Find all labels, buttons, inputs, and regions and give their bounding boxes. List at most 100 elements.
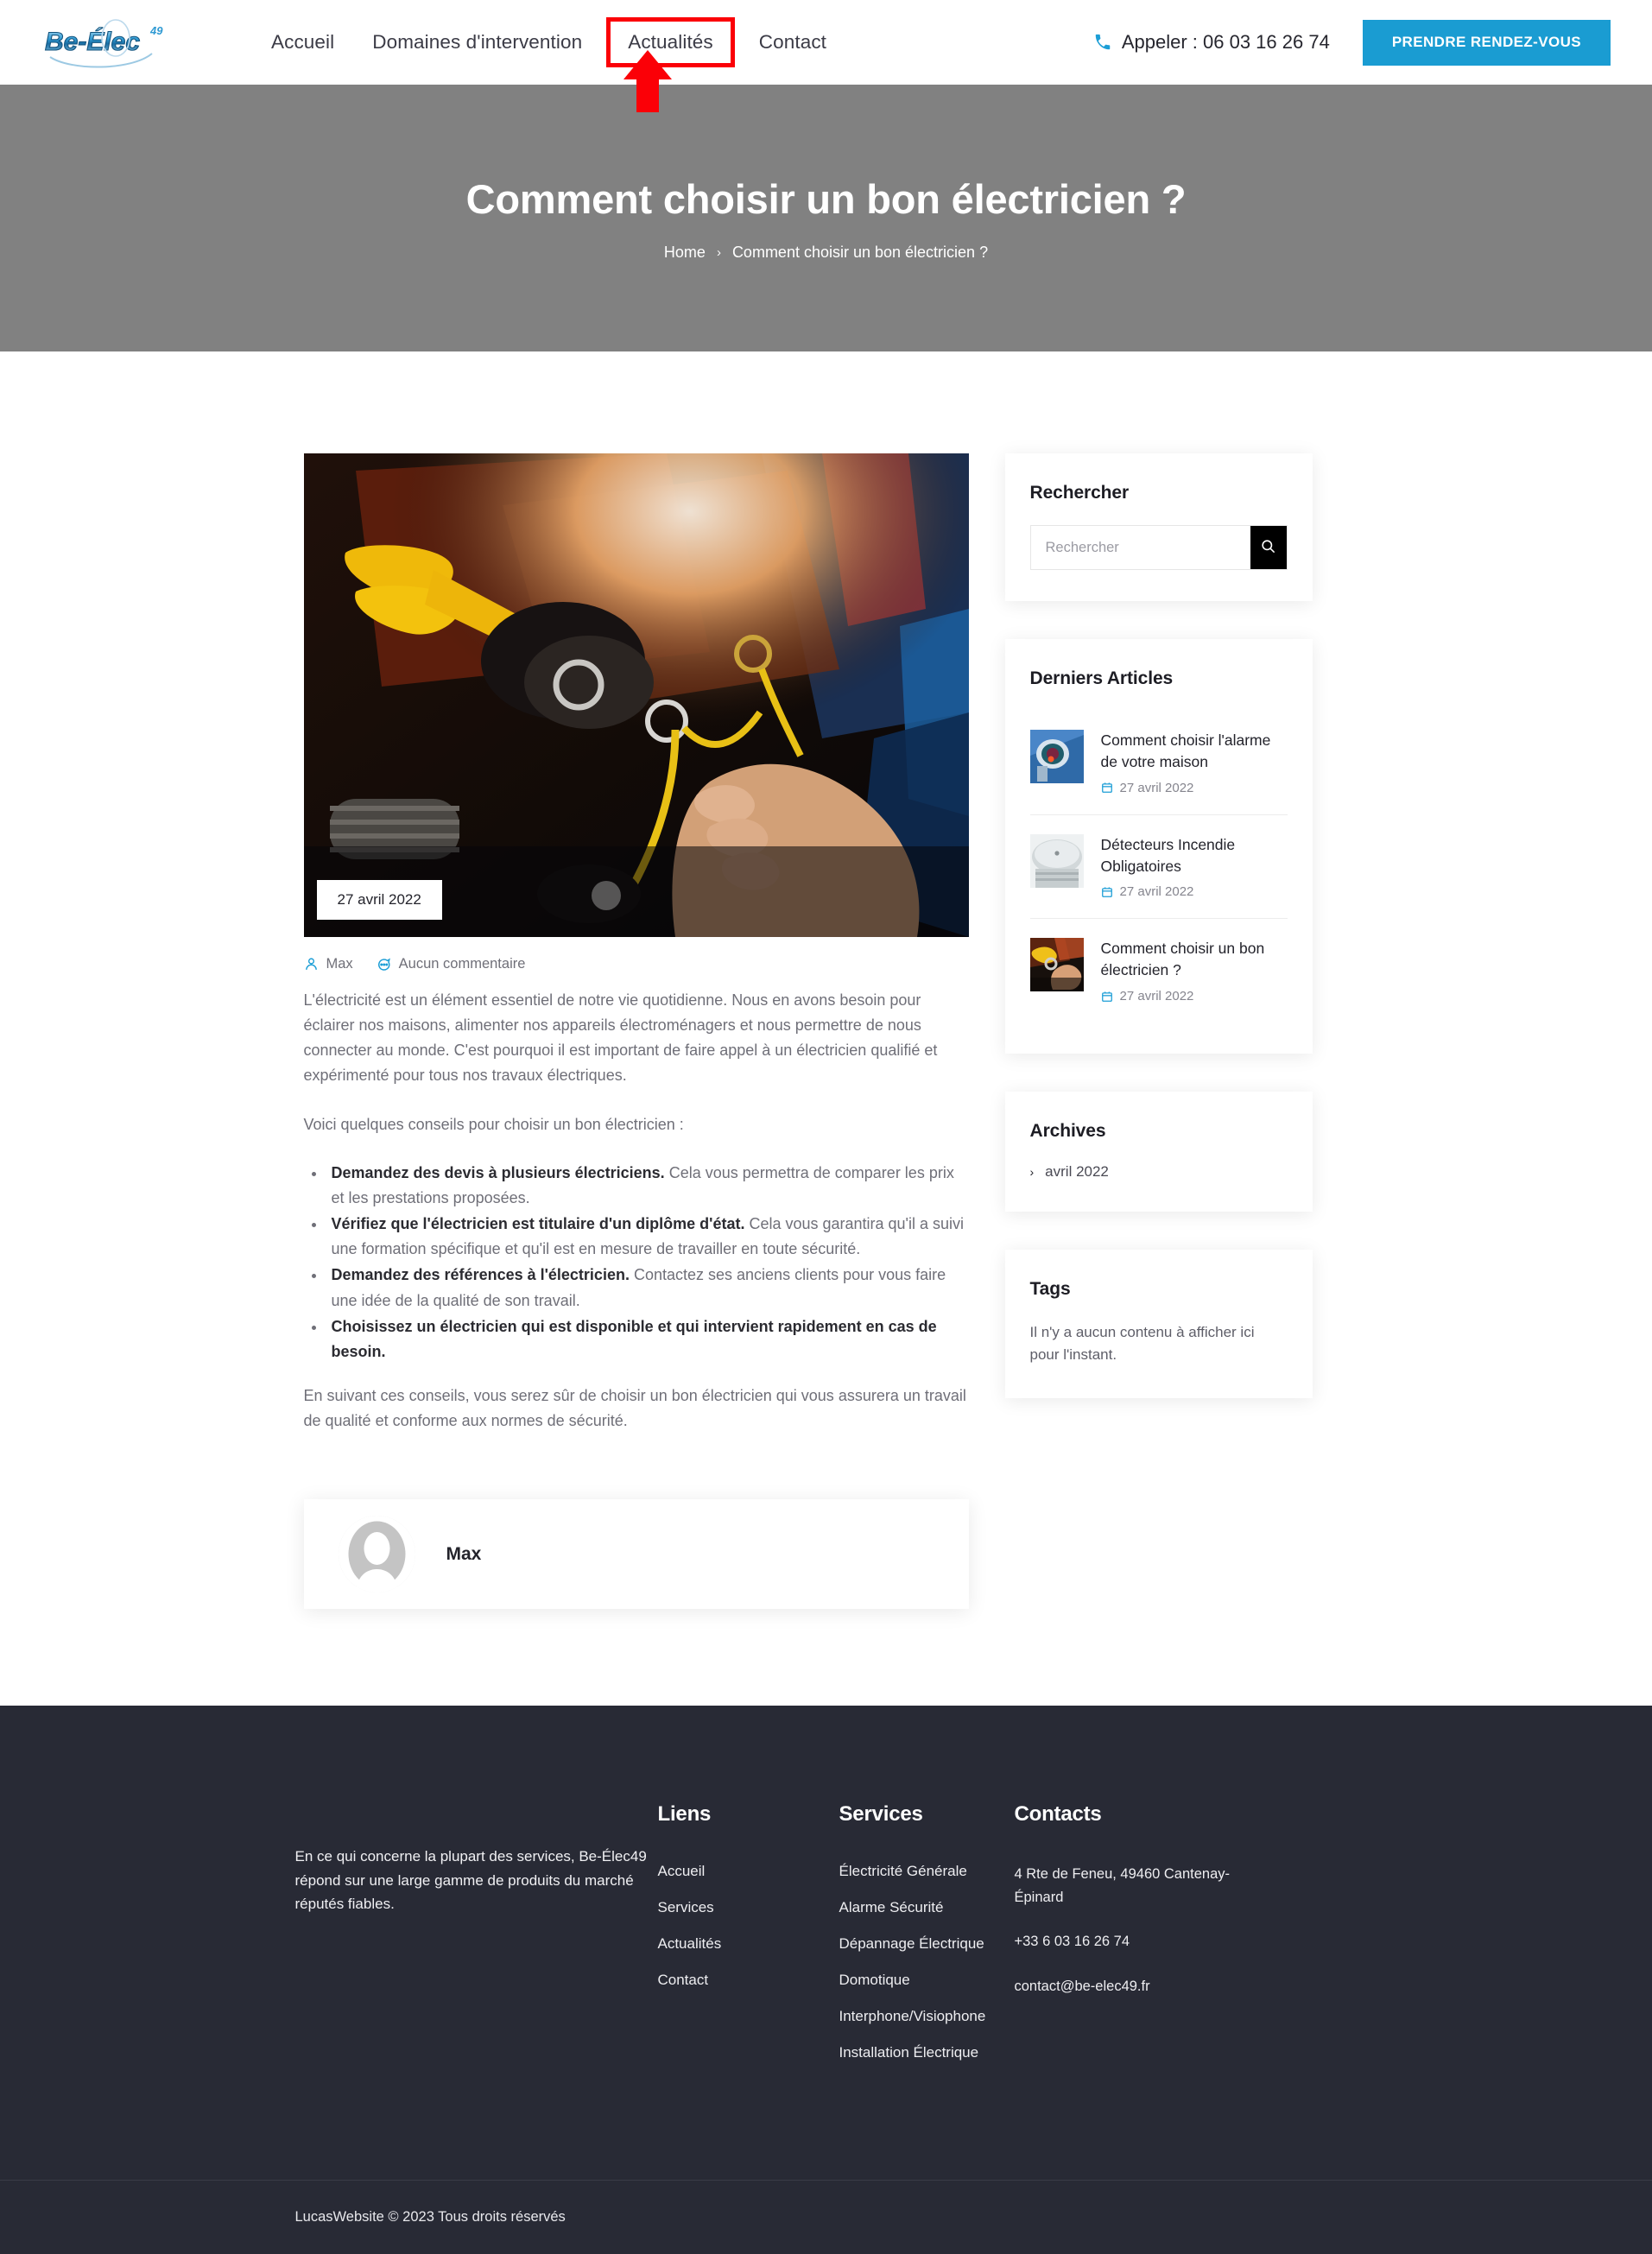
footer-service-installation-electrique[interactable]: Installation Électrique: [839, 2044, 1015, 2061]
nav-item-contact[interactable]: Contact: [740, 22, 845, 62]
content-container: 27 avril 2022 Max Aucun commentaire L'él…: [303, 453, 1349, 1610]
footer-column-links: Liens Accueil Services Actualités Contac…: [658, 1802, 839, 2080]
footer-link-contact[interactable]: Contact: [658, 1972, 839, 1989]
post-body: L'électricité est un élément essentiel d…: [304, 988, 969, 1434]
list-item: Choisissez un électricien qui est dispon…: [326, 1314, 969, 1364]
post-tips-list: Demandez des devis à plusieurs électrici…: [326, 1161, 969, 1364]
recent-title[interactable]: Comment choisir un bon électricien ?: [1101, 938, 1288, 981]
widget-recent-articles: Derniers Articles Comment choisir l'alar…: [1004, 639, 1313, 1054]
recent-title[interactable]: Comment choisir l'alarme de votre maison: [1101, 730, 1288, 773]
tip-lead: Choisissez un électricien qui est dispon…: [331, 1317, 937, 1360]
svg-text:49: 49: [149, 24, 163, 37]
widget-search: Rechercher: [1004, 453, 1313, 601]
avatar: [338, 1516, 415, 1593]
footer-column-contacts: Contacts 4 Rte de Feneu, 49460 Cantenay-…: [1015, 1802, 1274, 2080]
tip-lead: Vérifiez que l'électricien est titulaire…: [331, 1215, 745, 1233]
widget-archives-title: Archives: [1029, 1121, 1106, 1142]
recent-date: 27 avril 2022: [1101, 884, 1288, 899]
calendar-icon: [1101, 886, 1113, 898]
footer-about: En ce qui concerne la plupart des servic…: [295, 1802, 658, 2080]
header-phone-link[interactable]: Appeler : 06 03 16 26 74: [1093, 31, 1330, 54]
article-column: 27 avril 2022 Max Aucun commentaire L'él…: [303, 453, 969, 1610]
widget-tags-title: Tags: [1029, 1279, 1071, 1300]
breadcrumb-home[interactable]: Home: [664, 244, 706, 262]
prendre-rendez-vous-button[interactable]: PRENDRE RENDEZ-VOUS: [1362, 19, 1611, 66]
widget-tags: Tags Il n'y a aucun contenu à afficher i…: [1004, 1250, 1313, 1398]
recent-thumbnail-smoke-detector: [1029, 833, 1084, 888]
post-comments[interactable]: Aucun commentaire: [376, 956, 526, 972]
recent-thumbnail-security-camera: [1029, 730, 1084, 783]
footer-service-domotique[interactable]: Domotique: [839, 1972, 1015, 1989]
footer-service-alarme-securite[interactable]: Alarme Sécurité: [839, 1899, 1015, 1916]
recent-thumbnail-electrician-hand: [1029, 938, 1084, 992]
svg-text:Be-Élec: Be-Élec: [45, 27, 140, 56]
breadcrumb: Home › Comment choisir un bon électricie…: [664, 244, 988, 262]
post-paragraph-1: L'électricité est un élément essentiel d…: [303, 991, 938, 1085]
footer-service-electricite-generale[interactable]: Électricité Générale: [839, 1863, 1015, 1880]
author-box: Max: [303, 1499, 969, 1610]
page-title: Comment choisir un bon électricien ?: [465, 175, 1187, 222]
footer-bottom-inner: LucasWebsite © 2023 Tous droits réservés: [295, 2209, 1358, 2226]
tip-lead: Demandez des devis à plusieurs électrici…: [331, 1163, 665, 1181]
header-phone-label: Appeler : 06 03 16 26 74: [1121, 31, 1330, 53]
footer-service-interphone-visiophone[interactable]: Interphone/Visiophone: [839, 2008, 1015, 2025]
list-item[interactable]: Comment choisir un bon électricien ? 27 …: [1029, 918, 1288, 1023]
archive-item-avril-2022[interactable]: › avril 2022: [1030, 1163, 1288, 1181]
site-header: Be-Élec 49 Accueil Domaines d'interventi…: [0, 0, 1652, 112]
footer-bottom-bar: LucasWebsite © 2023 Tous droits réservés: [0, 2180, 1652, 2254]
widget-tags-empty-text: Il n'y a aucun contenu à afficher ici po…: [1029, 1324, 1255, 1364]
post-meta: Max Aucun commentaire: [304, 956, 969, 972]
recent-date-label: 27 avril 2022: [1119, 884, 1194, 900]
comment-icon: [376, 957, 391, 972]
footer-link-accueil[interactable]: Accueil: [658, 1863, 839, 1880]
post-author-name: Max: [326, 956, 353, 972]
nav-item-domaines-intervention[interactable]: Domaines d'intervention: [353, 22, 601, 62]
recent-title[interactable]: Détecteurs Incendie Obligatoires: [1101, 834, 1288, 877]
nav-item-actualites[interactable]: Actualités: [606, 17, 735, 67]
footer-link-actualites[interactable]: Actualités: [658, 1935, 839, 1953]
site-footer: En ce qui concerne la plupart des servic…: [0, 1706, 1652, 2254]
footer-links-title: Liens: [657, 1802, 712, 1827]
footer-link-services[interactable]: Services: [658, 1899, 839, 1916]
site-logo[interactable]: Be-Élec 49: [41, 11, 188, 73]
post-paragraph-2: Voici quelques conseils pour choisir un …: [303, 1115, 684, 1133]
header-actions: Appeler : 06 03 16 26 74 PRENDRE RENDEZ-…: [1093, 19, 1626, 66]
calendar-icon: [1101, 991, 1113, 1003]
footer-contacts-title: Contacts: [1014, 1802, 1102, 1827]
footer-contact-address: 4 Rte de Feneu, 49460 Cantenay-Épinard: [1014, 1866, 1231, 1905]
main-navigation: Accueil Domaines d'intervention Actualit…: [252, 17, 845, 67]
nav-item-accueil[interactable]: Accueil: [252, 22, 353, 62]
breadcrumb-current: Comment choisir un bon électricien ?: [731, 243, 989, 261]
featured-image: 27 avril 2022: [303, 453, 969, 937]
widget-archives: Archives › avril 2022: [1004, 1092, 1313, 1212]
archive-item-label: avril 2022: [1045, 1163, 1109, 1181]
footer-contact-email[interactable]: contact@be-elec49.fr: [1015, 1975, 1274, 1998]
footer-columns: En ce qui concerne la plupart des servic…: [295, 1802, 1358, 2180]
sidebar: Rechercher Derniers Articles: [1004, 453, 1313, 1436]
chevron-right-icon: ›: [716, 244, 721, 260]
recent-date-label: 27 avril 2022: [1119, 989, 1194, 1004]
post-author[interactable]: Max: [304, 956, 353, 972]
footer-contact-phone[interactable]: +33 6 03 16 26 74: [1015, 1930, 1274, 1953]
post-date-badge: 27 avril 2022: [316, 880, 442, 920]
phone-icon: [1093, 33, 1112, 52]
list-item: Demandez des références à l'électricien.…: [326, 1263, 969, 1313]
post-closing-paragraph: En suivant ces conseils, vous serez sûr …: [303, 1387, 966, 1430]
recent-date: 27 avril 2022: [1101, 989, 1288, 1004]
recent-date-label: 27 avril 2022: [1119, 780, 1194, 795]
list-item[interactable]: Détecteurs Incendie Obligatoires 27 avri…: [1029, 814, 1288, 919]
footer-services-title: Services: [839, 1802, 923, 1827]
page-body: 27 avril 2022 Max Aucun commentaire L'él…: [0, 351, 1652, 1610]
list-item: Demandez des devis à plusieurs électrici…: [326, 1161, 969, 1211]
footer-service-depannage-electrique[interactable]: Dépannage Électrique: [839, 1935, 1015, 1953]
widget-recent-title: Derniers Articles: [1029, 668, 1174, 688]
footer-column-services: Services Électricité Générale Alarme Séc…: [839, 1802, 1015, 2080]
list-item[interactable]: Comment choisir l'alarme de votre maison…: [1029, 711, 1288, 814]
page-hero: Comment choisir un bon électricien ? Hom…: [0, 85, 1652, 351]
search-submit-button[interactable]: [1250, 526, 1287, 569]
search-input[interactable]: [1030, 526, 1250, 569]
chevron-right-icon: ›: [1029, 1165, 1035, 1180]
post-comments-label: Aucun commentaire: [398, 956, 526, 972]
list-item: Vérifiez que l'électricien est titulaire…: [326, 1212, 969, 1262]
search-row: [1029, 525, 1288, 570]
